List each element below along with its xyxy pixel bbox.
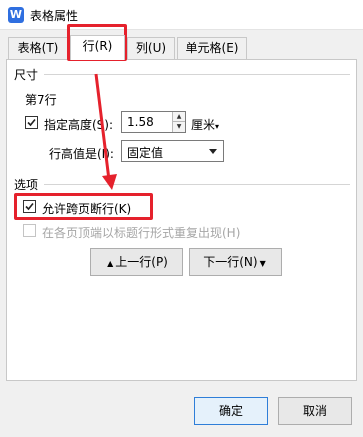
tab-column[interactable]: 列(U) bbox=[127, 37, 175, 59]
specify-height-label[interactable]: 指定高度(S): bbox=[44, 116, 113, 133]
previous-row-button[interactable]: ▲ 上一行(P) bbox=[90, 248, 183, 276]
title-bar: W 表格属性 bbox=[0, 0, 363, 30]
options-section-divider bbox=[44, 184, 350, 185]
size-section-title: 尺寸 bbox=[14, 68, 39, 82]
dropdown-arrow-icon bbox=[209, 149, 217, 154]
check-icon bbox=[25, 202, 34, 211]
tab-table[interactable]: 表格(T) bbox=[8, 37, 68, 59]
down-arrow-icon: ▼ bbox=[259, 259, 266, 268]
allow-break-checkbox[interactable] bbox=[23, 200, 36, 213]
wps-writer-icon: W bbox=[8, 7, 24, 23]
height-unit-select[interactable]: 厘米▾ bbox=[191, 116, 219, 133]
cancel-button[interactable]: 取消 bbox=[278, 397, 352, 425]
row-height-is-label: 行高值是(I): bbox=[49, 147, 114, 161]
ok-button[interactable]: 确定 bbox=[194, 397, 268, 425]
chevron-down-icon: ▾ bbox=[215, 122, 220, 131]
spin-up-icon[interactable]: ▲ bbox=[172, 112, 185, 122]
spin-down-icon[interactable]: ▼ bbox=[172, 122, 185, 132]
repeat-header-checkbox[interactable] bbox=[23, 224, 36, 237]
allow-break-label[interactable]: 允许跨页断行(K) bbox=[42, 200, 131, 217]
row-tab-panel bbox=[6, 59, 357, 381]
options-section-title: 选项 bbox=[14, 178, 39, 192]
row-height-type-value: 固定值 bbox=[127, 146, 164, 160]
row-height-type-select[interactable]: 固定值 bbox=[121, 140, 224, 162]
row-number-label: 第7行 bbox=[25, 93, 57, 107]
up-arrow-icon: ▲ bbox=[107, 259, 114, 268]
check-icon bbox=[27, 118, 36, 127]
specify-height-checkbox[interactable] bbox=[25, 116, 38, 129]
previous-row-label: 上一行(P) bbox=[115, 255, 168, 269]
height-unit: 厘米 bbox=[191, 118, 216, 132]
height-input[interactable]: 1.58 ▲ ▼ bbox=[121, 111, 186, 133]
tab-cell[interactable]: 单元格(E) bbox=[177, 37, 247, 59]
next-row-label: 下一行(N) bbox=[203, 255, 258, 269]
height-value: 1.58 bbox=[127, 115, 154, 129]
window-title: 表格属性 bbox=[30, 9, 79, 23]
size-section-divider bbox=[44, 74, 350, 75]
tab-row[interactable]: 行(R) bbox=[70, 35, 125, 60]
next-row-button[interactable]: 下一行(N) ▼ bbox=[189, 248, 282, 276]
repeat-header-label: 在各页顶端以标题行形式重复出现(H) bbox=[42, 226, 241, 240]
